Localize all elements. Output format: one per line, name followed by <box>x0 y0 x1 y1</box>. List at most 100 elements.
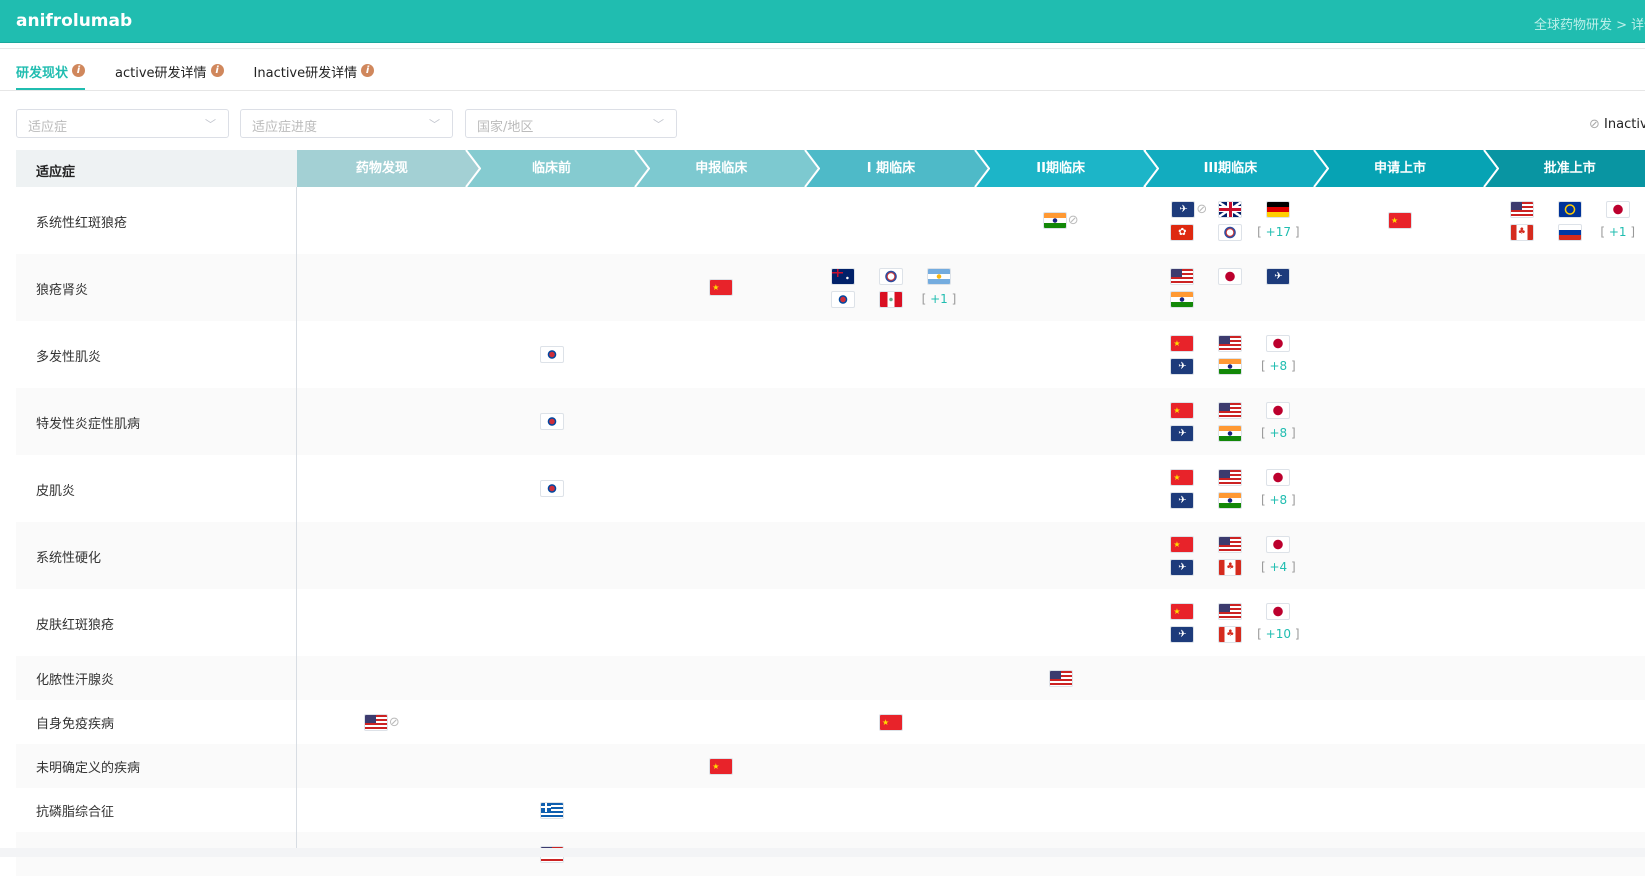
country-flag-item[interactable] <box>1218 223 1243 241</box>
country-flag-item[interactable]: ★ <box>1170 535 1195 553</box>
country-flags <box>539 480 564 497</box>
country-flag-item[interactable] <box>1218 334 1243 352</box>
country-flag-item[interactable] <box>1266 602 1291 620</box>
country-flag-item[interactable] <box>1266 535 1291 553</box>
horizontal-scrollbar[interactable] <box>0 848 1645 857</box>
country-flag-item[interactable] <box>1557 200 1582 218</box>
table-row: 自身免疫疾病 ⊘ ★ <box>16 700 1645 744</box>
country-flag-item[interactable]: ✈ <box>1170 558 1195 576</box>
more-countries-link[interactable]: [ +10 ] <box>1257 627 1299 641</box>
tab-active-details[interactable]: active研发详情 i <box>115 62 224 90</box>
country-flag-item[interactable] <box>1218 200 1243 218</box>
country-flag-item[interactable] <box>830 267 855 285</box>
indication-name[interactable]: 多发性肌炎 <box>36 346 101 365</box>
indication-name[interactable]: 皮肤红斑狼疮 <box>36 614 114 633</box>
country-flag-item[interactable] <box>1266 401 1291 419</box>
country-flag-item[interactable] <box>1170 267 1195 285</box>
country-flag-item[interactable]: ★ <box>878 713 903 731</box>
country-flag-item[interactable]: ✈ ⊘ <box>1171 200 1208 218</box>
country-flag-item[interactable]: ⊘ <box>363 713 400 731</box>
country-flag-item[interactable]: ♣ <box>1218 625 1243 643</box>
country-flag-item[interactable] <box>1218 602 1243 620</box>
country-flag-item[interactable] <box>1218 424 1243 442</box>
flag-us-icon <box>1218 334 1243 352</box>
country-flag-item[interactable] <box>878 290 903 308</box>
breadcrumb[interactable]: 全球药物研发 > 详情 <box>1534 14 1645 33</box>
country-flag-item[interactable] <box>926 267 951 285</box>
country-flag-item[interactable] <box>1557 223 1582 241</box>
country-flag-item[interactable] <box>1266 334 1291 352</box>
country-flag-item[interactable]: ✿ <box>1170 223 1195 241</box>
indication-select[interactable]: 适应症 ﹀ <box>16 109 229 138</box>
more-countries-link[interactable]: [ +1 ] <box>922 292 957 306</box>
country-flag-item[interactable] <box>1218 357 1243 375</box>
country-flag-item[interactable]: ♣ <box>1509 223 1534 241</box>
country-flag-item[interactable] <box>539 413 564 430</box>
indication-column-header: 适应症 <box>16 150 297 187</box>
country-flag-item[interactable] <box>539 801 564 819</box>
country-flag-item[interactable]: ⊘ <box>1042 212 1079 229</box>
more-countries-link[interactable]: [ +8 ] <box>1261 426 1296 440</box>
country-flag-item[interactable]: ★ <box>1170 334 1195 352</box>
country-flags: ✈ <box>1158 267 1302 308</box>
country-flag-item[interactable]: ✈ <box>1170 491 1195 509</box>
indication-name[interactable]: 系统性红斑狼疮 <box>36 212 127 231</box>
more-countries-link[interactable]: [ +17 ] <box>1257 225 1299 239</box>
country-flag-item[interactable] <box>1218 401 1243 419</box>
country-flag-item[interactable]: ★ <box>1170 401 1195 419</box>
country-flag-item[interactable] <box>1509 200 1534 218</box>
indication-name[interactable]: 未明确定义的疾病 <box>36 757 140 776</box>
more-countries-link[interactable]: [ +8 ] <box>1261 493 1296 507</box>
country-flag-item[interactable] <box>539 480 564 497</box>
more-countries-link[interactable]: [ +4 ] <box>1261 560 1296 574</box>
info-icon[interactable]: i <box>361 64 375 77</box>
indication-progress-select[interactable]: 适应症进度 ﹀ <box>240 109 453 138</box>
country-flag-item[interactable] <box>1048 669 1073 687</box>
more-count: +1 <box>1608 225 1627 239</box>
country-flag-item[interactable] <box>1218 468 1243 486</box>
chevron-separator-icon <box>973 150 990 187</box>
country-flag-item[interactable]: ✈ <box>1170 424 1195 442</box>
chevron-separator-icon <box>1143 150 1160 187</box>
country-flag-item[interactable] <box>1266 468 1291 486</box>
country-flags: ★ <box>709 279 734 296</box>
country-flag-item[interactable] <box>1218 491 1243 509</box>
country-flag-item[interactable] <box>830 290 855 308</box>
more-countries-link[interactable]: [ +8 ] <box>1261 359 1296 373</box>
country-flag-item[interactable] <box>1266 200 1291 218</box>
tab-status[interactable]: 研发现状 i <box>16 62 86 90</box>
country-region-select[interactable]: 国家/地区 ﹀ <box>465 109 677 138</box>
country-flag-item[interactable] <box>1170 290 1195 308</box>
indication-name[interactable]: 化脓性汗腺炎 <box>36 669 114 688</box>
country-flag-item[interactable] <box>1605 200 1630 218</box>
indication-name[interactable]: 抗磷脂综合征 <box>36 801 114 820</box>
country-flag-item[interactable]: ✈ <box>1170 625 1195 643</box>
country-flag-item[interactable] <box>1218 267 1243 285</box>
indication-name[interactable]: 特发性炎症性肌病 <box>36 413 140 432</box>
indication-name[interactable]: 狼疮肾炎 <box>36 279 88 298</box>
country-flag-item[interactable]: ★ <box>1388 212 1413 229</box>
stage-cell <box>467 455 637 522</box>
country-flag-item[interactable]: ★ <box>709 757 734 775</box>
country-flag-item[interactable]: ✈ <box>1170 357 1195 375</box>
country-flag-item[interactable]: ★ <box>1170 602 1195 620</box>
indication-name[interactable]: 皮肌炎 <box>36 480 75 499</box>
country-flag-item[interactable]: ★ <box>1170 468 1195 486</box>
country-flag-item[interactable]: ✈ <box>1266 267 1291 285</box>
stage-header: 药物发现 <box>297 150 481 187</box>
info-icon[interactable]: i <box>210 64 224 77</box>
country-flag-item[interactable]: ★ <box>709 279 734 296</box>
country-flag-item[interactable] <box>539 346 564 363</box>
indication-name[interactable]: 自身免疫疾病 <box>36 713 114 732</box>
inactive-icon: ⊘ <box>1196 201 1208 217</box>
country-flag-item[interactable]: ♣ <box>1218 558 1243 576</box>
country-flag-item[interactable] <box>878 267 903 285</box>
more-countries-link[interactable]: [ +1 ] <box>1600 225 1635 239</box>
flag-cn-icon: ★ <box>1170 401 1195 419</box>
tab-inactive-details[interactable]: Inactive研发详情 i <box>254 62 375 90</box>
flag-kr-icon <box>830 290 855 308</box>
indication-name[interactable]: 系统性硬化 <box>36 547 101 566</box>
flag-jp-icon <box>1218 267 1243 285</box>
info-icon[interactable]: i <box>72 64 86 77</box>
country-flag-item[interactable] <box>1218 535 1243 553</box>
